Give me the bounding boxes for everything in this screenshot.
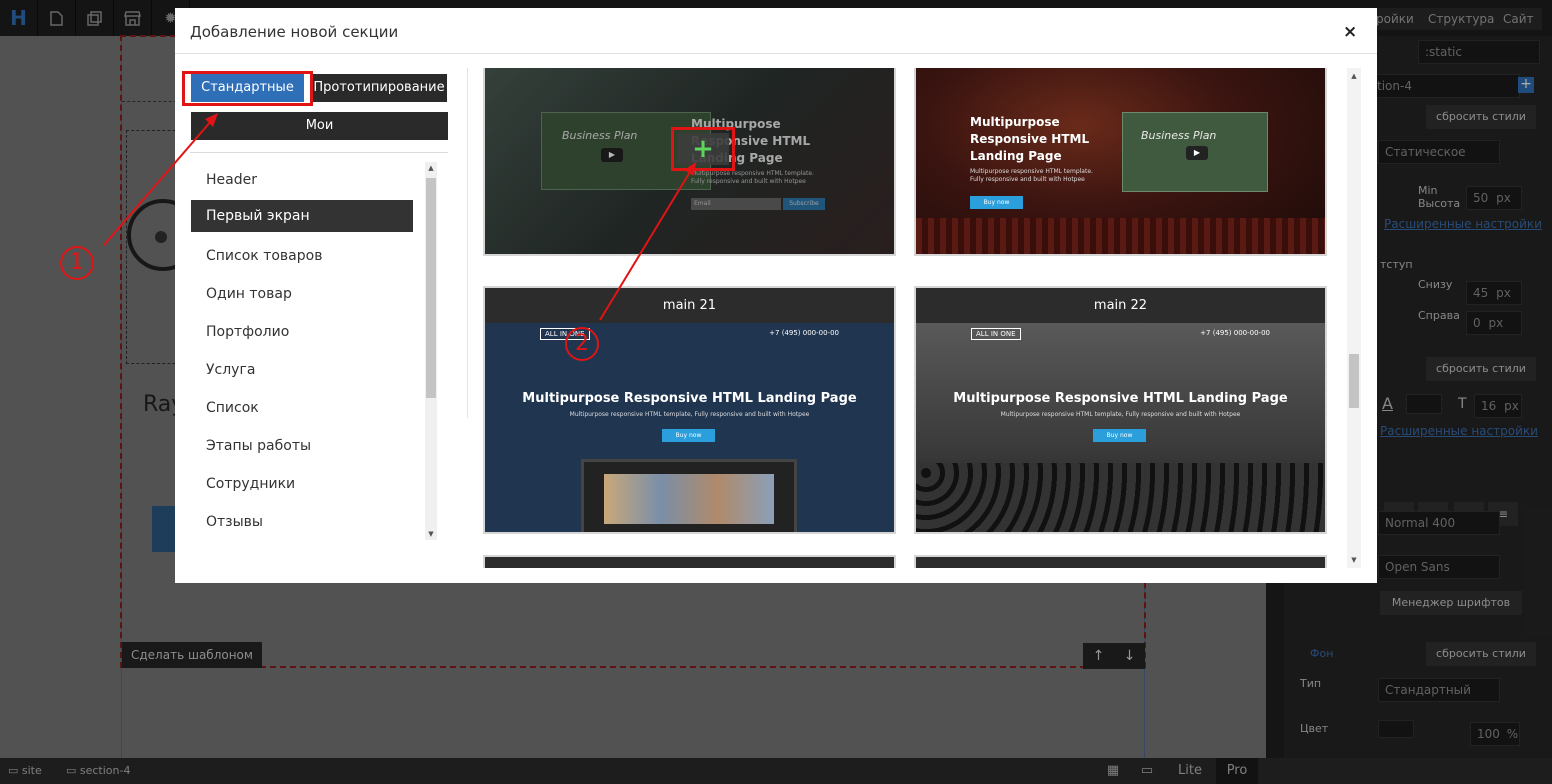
template-name: main 22 xyxy=(916,288,1325,323)
template-preview: ALL IN ONE +7 (495) 000-00-00 Multipurpo… xyxy=(485,323,894,532)
annotation-step-2: 2 xyxy=(565,327,599,361)
grid-scrollbar[interactable]: ▲ ▼ xyxy=(1347,68,1361,568)
scroll-thumb[interactable] xyxy=(426,178,436,398)
template-heading: Multipurpose Responsive HTML Landing Pag… xyxy=(953,391,1288,406)
tablet-graphic xyxy=(581,459,797,532)
modal-header: Добавление новой секции × xyxy=(175,8,1377,54)
scroll-down-icon[interactable]: ▼ xyxy=(425,528,437,540)
play-icon: ▶ xyxy=(1186,146,1208,160)
tab-mine[interactable]: Мои xyxy=(191,112,448,140)
cta-preview: Buy now xyxy=(662,429,715,442)
close-icon[interactable]: × xyxy=(1343,22,1357,42)
category-item[interactable]: Header xyxy=(191,164,413,196)
phone-text: +7 (495) 000-00-00 xyxy=(1200,329,1270,337)
template-subtext: Multipurpose responsive HTML template. F… xyxy=(970,168,1093,183)
category-item[interactable]: Список товаров xyxy=(191,240,413,272)
template-name: main 24 xyxy=(916,557,1325,568)
cta-preview: Buy now xyxy=(970,196,1023,209)
template-name: main 23 xyxy=(485,557,894,568)
category-item[interactable]: Сотрудники xyxy=(191,468,413,500)
scroll-up-icon[interactable]: ▲ xyxy=(1348,70,1360,82)
template-preview: Multipurpose Responsive HTML Landing Pag… xyxy=(916,68,1325,254)
template-grid: Business Plan ▶ Multipurpose Responsive … xyxy=(475,68,1355,568)
category-item-active[interactable]: Первый экран xyxy=(191,200,413,232)
template-card[interactable]: main 21 ALL IN ONE +7 (495) 000-00-00 Mu… xyxy=(483,286,896,534)
brand-tag: ALL IN ONE xyxy=(971,328,1021,340)
annotation-step-1: 1 xyxy=(60,246,94,280)
category-item[interactable]: Услуга xyxy=(191,354,413,386)
template-card[interactable]: main 22 ALL IN ONE +7 (495) 000-00-00 Mu… xyxy=(914,286,1327,534)
scroll-down-icon[interactable]: ▼ xyxy=(1348,554,1360,566)
template-preview: ALL IN ONE +7 (495) 000-00-00 Multipurpo… xyxy=(916,323,1325,532)
phone-text: +7 (495) 000-00-00 xyxy=(769,329,839,337)
tab-prototyping[interactable]: Прототипирование xyxy=(311,74,447,102)
divider xyxy=(467,68,468,418)
auditorium-seats xyxy=(916,218,1325,254)
annotation-highlight-add xyxy=(671,127,735,171)
template-card[interactable]: main 23 xyxy=(483,555,896,568)
modal-title: Добавление новой секции xyxy=(190,23,399,41)
scroll-up-icon[interactable]: ▲ xyxy=(425,162,437,174)
template-subtext: Multipurpose responsive HTML template, F… xyxy=(569,411,810,418)
category-item[interactable]: Этапы работы xyxy=(191,430,413,462)
template-subtext: Multipurpose responsive HTML template, F… xyxy=(1000,411,1241,418)
category-item[interactable]: Портфолио xyxy=(191,316,413,348)
add-section-modal: Добавление новой секции × Стандартные Пр… xyxy=(175,8,1377,583)
tablet-screen xyxy=(604,474,774,524)
divider xyxy=(190,152,448,153)
template-name: main 21 xyxy=(485,288,894,323)
annotation-highlight-tab xyxy=(182,71,313,106)
scroll-thumb[interactable] xyxy=(1349,354,1359,408)
audience-graphic xyxy=(916,463,1325,532)
template-heading: Multipurpose Responsive HTML Landing Pag… xyxy=(522,391,857,406)
category-item[interactable]: Список xyxy=(191,392,413,424)
category-item[interactable]: Отзывы xyxy=(191,506,413,538)
template-card[interactable]: Multipurpose Responsive HTML Landing Pag… xyxy=(914,68,1327,256)
category-item[interactable]: Один товар xyxy=(191,278,413,310)
category-scrollbar[interactable]: ▲ ▼ xyxy=(425,162,437,540)
category-list: Header Первый экран Список товаров Один … xyxy=(191,162,415,546)
cta-preview: Buy now xyxy=(1093,429,1146,442)
template-heading: Multipurpose Responsive HTML Landing Pag… xyxy=(970,114,1089,165)
template-heading-text: Multipurpose Responsive HTML Landing Pag… xyxy=(970,115,1090,163)
template-card[interactable]: main 24 xyxy=(914,555,1327,568)
